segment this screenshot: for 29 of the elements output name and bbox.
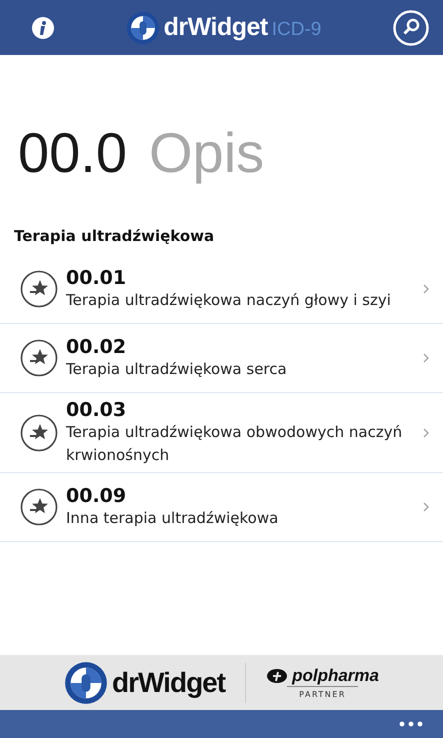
partner-logo-icon	[266, 668, 288, 684]
chevron-icon	[423, 284, 429, 294]
list-item[interactable]: 00.02 Terapia ultradźwiękowa serca	[0, 324, 443, 393]
section-heading: Terapia ultradźwiękowa	[13, 226, 216, 247]
list-item[interactable]: 00.09 Inna terapia ultradźwiękowa	[0, 473, 443, 542]
item-code: 00.01	[66, 266, 128, 289]
item-code: 00.03	[66, 399, 128, 421]
partner-label: PARTNER	[287, 686, 358, 699]
logo-icon	[126, 10, 160, 44]
item-description: Inna terapia ultradźwiękowa	[66, 508, 280, 529]
list-item[interactable]: 00.01 Terapia ultradźwiękowa naczyń głowy i szyi	[0, 255, 443, 324]
partner-name: polpharma	[292, 666, 379, 686]
more-icon[interactable]	[399, 721, 423, 727]
item-code: 00.09	[66, 484, 128, 507]
item-description: Terapia ultradźwiękowa obwodowych naczyń krwionośnych	[66, 422, 404, 466]
chevron-icon	[423, 502, 429, 512]
page-code: 00.0	[18, 125, 127, 181]
app-logo-text: drWidget	[164, 13, 268, 42]
footer-logo-text: drWidget	[112, 666, 226, 698]
search-icon[interactable]	[393, 10, 429, 46]
item-description: Terapia ultradźwiękowa naczyń głowy i szyi	[66, 290, 392, 311]
chevron-icon	[423, 428, 429, 438]
info-icon[interactable]	[32, 16, 54, 38]
chevron-icon	[423, 353, 429, 363]
item-description: Terapia ultradźwiękowa serca	[66, 358, 288, 380]
app-logo-suffix: ICD-9	[272, 18, 322, 40]
item-code: 00.02	[66, 336, 128, 358]
logo-icon	[64, 660, 108, 704]
list-item[interactable]: 00.03 Terapia ultradźwiękowa obwodowych naczyń krwionośnych	[0, 393, 443, 473]
